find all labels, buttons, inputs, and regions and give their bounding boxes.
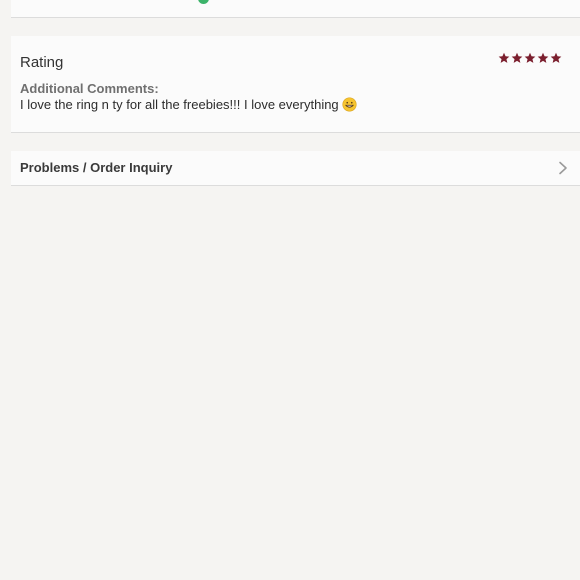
problems-order-inquiry-row[interactable]: Problems / Order Inquiry <box>11 151 580 186</box>
star-icon <box>550 52 562 63</box>
problems-label: Problems / Order Inquiry <box>20 160 173 175</box>
status-dot-icon <box>198 0 209 4</box>
grinning-face-icon <box>342 97 357 112</box>
comments-text: I love the ring n ty for all the freebie… <box>20 97 339 112</box>
star-rating <box>498 52 562 64</box>
comments-text-line: I love the ring n ty for all the freebie… <box>20 97 357 112</box>
comments-label: Additional Comments: <box>20 81 159 96</box>
order-status-card <box>11 0 580 18</box>
star-icon <box>511 52 523 63</box>
star-icon <box>498 52 510 63</box>
chevron-right-icon <box>559 161 567 175</box>
star-icon <box>537 52 549 63</box>
rating-title: Rating <box>20 54 64 71</box>
order-details-page: Rating Additional Comments: I love the r… <box>0 0 580 580</box>
rating-card: Rating Additional Comments: I love the r… <box>11 36 580 133</box>
star-icon <box>524 52 536 63</box>
